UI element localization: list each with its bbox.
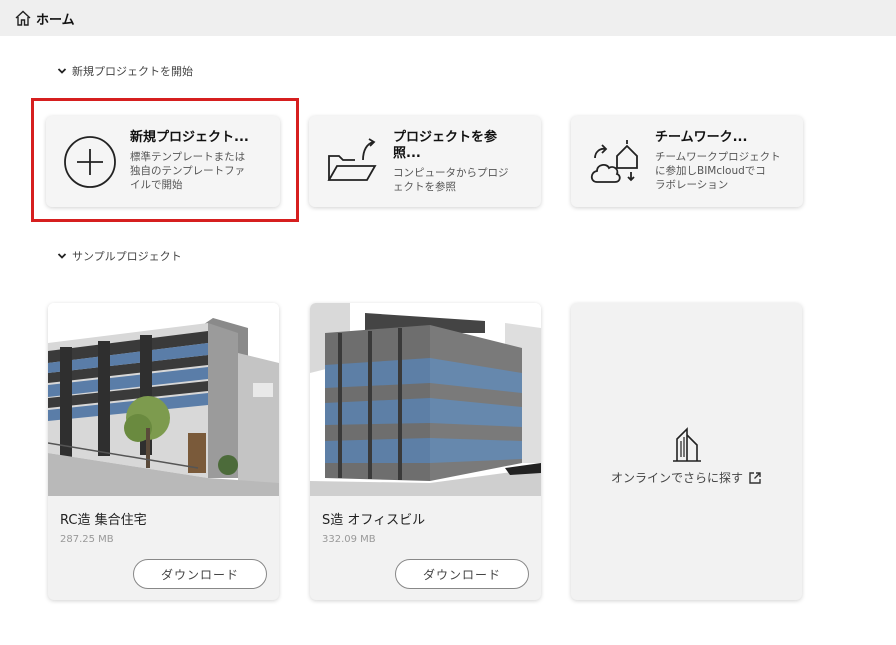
cloud-teamwork-icon bbox=[590, 140, 638, 183]
section-label: サンプルプロジェクト bbox=[72, 250, 182, 263]
sample-card-rc-apartment[interactable]: RC造 集合住宅 287.25 MB ダウンロード bbox=[48, 303, 279, 600]
external-link-icon bbox=[749, 471, 761, 484]
tile-title: プロジェクトを参 照... bbox=[393, 130, 498, 161]
download-button[interactable]: ダウンロード bbox=[133, 559, 267, 589]
page-title: ホーム bbox=[36, 12, 75, 28]
sample-size: 332.09 MB bbox=[322, 534, 376, 545]
highlight-box bbox=[31, 98, 299, 222]
building-thumbnail bbox=[310, 303, 541, 496]
open-folder-icon bbox=[327, 138, 377, 181]
teamwork-tile[interactable]: チームワーク... チームワークプロジェクト に参加しBIMcloudでコ ラボ… bbox=[571, 116, 803, 207]
tile-title: チームワーク... bbox=[655, 130, 748, 145]
home-icon[interactable] bbox=[14, 9, 32, 27]
find-more-online-link[interactable]: オンラインでさらに探す bbox=[571, 469, 802, 486]
building-thumbnail bbox=[48, 303, 279, 496]
sample-card-s-office[interactable]: S造 オフィスビル 332.09 MB ダウンロード bbox=[310, 303, 541, 600]
find-more-online-card[interactable]: オンラインでさらに探す bbox=[571, 303, 802, 600]
section-header-new-project[interactable]: 新規プロジェクトを開始 bbox=[56, 63, 193, 79]
sample-title: RC造 集合住宅 bbox=[60, 513, 147, 528]
chevron-down-icon bbox=[57, 68, 67, 74]
tile-description: コンピュータからプロジ ェクトを参照 bbox=[393, 167, 509, 193]
top-bar: ホーム bbox=[0, 0, 896, 36]
browse-project-tile[interactable]: プロジェクトを参 照... コンピュータからプロジ ェクトを参照 bbox=[309, 116, 541, 207]
building-icon bbox=[673, 427, 701, 462]
section-label: 新規プロジェクトを開始 bbox=[72, 65, 193, 78]
chevron-down-icon bbox=[57, 253, 67, 259]
tile-description: チームワークプロジェクト に参加しBIMcloudでコ ラボレーション bbox=[655, 151, 781, 191]
download-button[interactable]: ダウンロード bbox=[395, 559, 529, 589]
section-header-sample-projects[interactable]: サンプルプロジェクト bbox=[56, 248, 182, 264]
sample-size: 287.25 MB bbox=[60, 534, 114, 545]
sample-title: S造 オフィスビル bbox=[322, 513, 426, 528]
